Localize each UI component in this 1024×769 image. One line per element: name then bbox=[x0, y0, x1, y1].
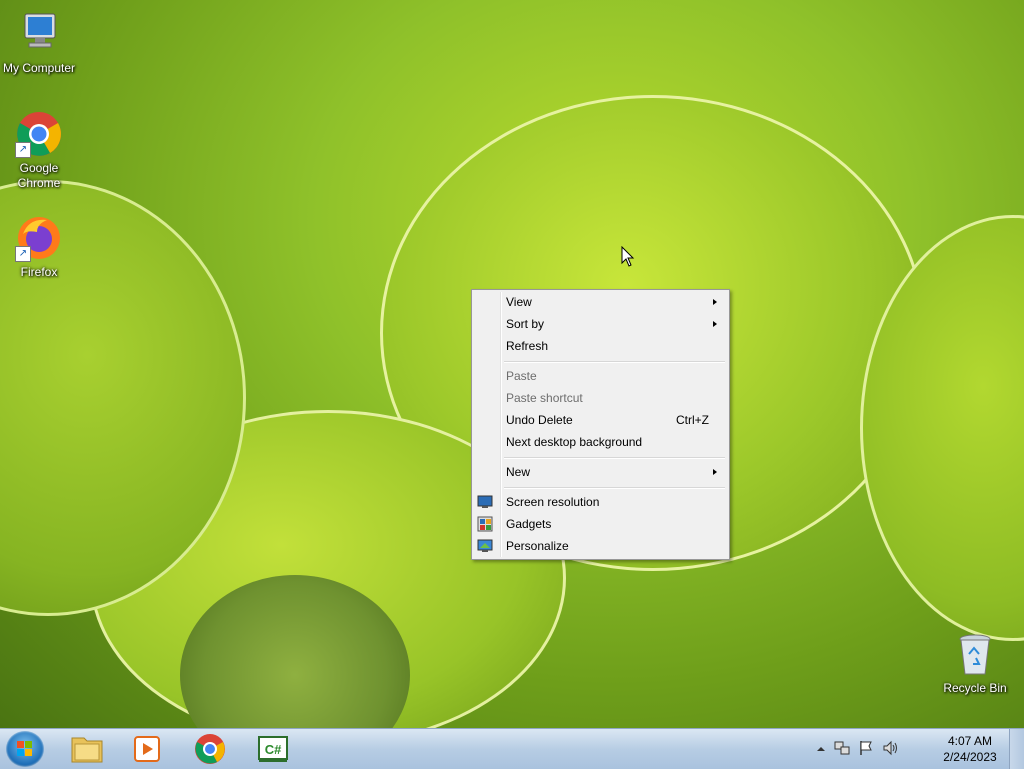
menu-item-personalize[interactable]: Personalize bbox=[474, 535, 727, 557]
personalize-icon bbox=[477, 539, 493, 552]
network-icon[interactable] bbox=[834, 740, 850, 756]
recycle-bin-icon bbox=[951, 630, 999, 678]
action-center-flag-icon[interactable] bbox=[858, 740, 874, 756]
menu-item-paste-shortcut: Paste shortcut bbox=[474, 387, 727, 409]
svg-text:C#: C# bbox=[265, 742, 282, 757]
menu-separator bbox=[504, 457, 725, 459]
menu-item-paste: Paste bbox=[474, 365, 727, 387]
desktop-icon-firefox[interactable]: ↗ Firefox bbox=[1, 214, 77, 280]
chrome-icon bbox=[195, 734, 225, 764]
menu-item-label: Paste bbox=[506, 369, 537, 383]
desktop-icon-label: My Computer bbox=[2, 61, 76, 75]
firefox-icon: ↗ bbox=[15, 214, 63, 262]
clock-date: 2/24/2023 bbox=[943, 750, 997, 764]
menu-item-screen-resolution[interactable]: Screen resolution bbox=[474, 491, 727, 513]
taskbar-chrome[interactable] bbox=[183, 732, 237, 766]
desktop-icon-label: Google Chrome bbox=[17, 161, 61, 190]
system-tray bbox=[812, 729, 912, 769]
clock-time: 4:07 AM bbox=[947, 734, 993, 748]
file-explorer-icon bbox=[71, 737, 103, 763]
menu-item-label: View bbox=[506, 295, 532, 309]
mouse-cursor-icon bbox=[621, 246, 635, 267]
desktop-icon-label: Firefox bbox=[20, 265, 58, 279]
shortcut-arrow-icon: ↗ bbox=[15, 142, 31, 158]
monitor-icon bbox=[477, 495, 493, 508]
menu-item-undo-delete[interactable]: Undo Delete Ctrl+Z bbox=[474, 409, 727, 431]
volume-icon[interactable] bbox=[882, 740, 898, 756]
menu-item-label: New bbox=[506, 465, 531, 479]
submenu-arrow-icon bbox=[713, 321, 717, 327]
menu-separator bbox=[504, 487, 725, 489]
start-button[interactable] bbox=[6, 731, 44, 767]
menu-item-refresh[interactable]: Refresh bbox=[474, 335, 727, 357]
taskbar: C# 4:07 AM 2/24/2023 bbox=[0, 728, 1024, 769]
submenu-arrow-icon bbox=[713, 469, 717, 475]
menu-item-label: Refresh bbox=[506, 339, 549, 353]
menu-item-label: Sort by bbox=[506, 317, 545, 331]
desktop-icon-google-chrome[interactable]: ↗ Google Chrome bbox=[1, 110, 77, 191]
desktop-context-menu: View Sort by Refresh Paste Paste shortcu… bbox=[471, 289, 730, 560]
menu-item-sort-by[interactable]: Sort by bbox=[474, 313, 727, 335]
desktop-icon-my-computer[interactable]: My Computer bbox=[1, 10, 77, 76]
menu-item-shortcut: Ctrl+Z bbox=[676, 413, 709, 427]
menu-item-label: Paste shortcut bbox=[506, 391, 583, 405]
taskbar-clock[interactable]: 4:07 AM 2/24/2023 bbox=[940, 733, 1000, 765]
show-desktop-button[interactable] bbox=[1009, 729, 1024, 769]
menu-item-gadgets[interactable]: Gadgets bbox=[474, 513, 727, 535]
menu-separator bbox=[504, 361, 725, 363]
taskbar-media-player[interactable] bbox=[120, 732, 174, 766]
show-hidden-icons[interactable] bbox=[816, 744, 826, 754]
computer-icon bbox=[15, 10, 63, 58]
desktop-icon-label: Recycle Bin bbox=[943, 681, 1007, 695]
menu-item-new[interactable]: New bbox=[474, 461, 727, 483]
desktop-icon-recycle-bin[interactable]: Recycle Bin bbox=[937, 630, 1013, 696]
menu-item-next-desktop-background[interactable]: Next desktop background bbox=[474, 431, 727, 453]
menu-item-label: Personalize bbox=[506, 539, 569, 553]
menu-item-label: Screen resolution bbox=[506, 495, 600, 509]
submenu-arrow-icon bbox=[713, 299, 717, 305]
menu-item-view[interactable]: View bbox=[474, 291, 727, 313]
csharp-icon: C# bbox=[258, 736, 288, 762]
gadgets-icon bbox=[477, 516, 493, 532]
menu-item-label: Undo Delete bbox=[506, 413, 573, 427]
windows-logo-icon bbox=[17, 741, 32, 756]
taskbar-csharp-editor[interactable]: C# bbox=[246, 732, 300, 766]
menu-item-label: Next desktop background bbox=[506, 435, 643, 449]
desktop[interactable]: My Computer ↗ Google Chrome ↗ Firefox Re… bbox=[0, 0, 1024, 728]
menu-item-label: Gadgets bbox=[506, 517, 552, 531]
shortcut-arrow-icon: ↗ bbox=[15, 246, 31, 262]
taskbar-file-explorer[interactable] bbox=[60, 732, 114, 766]
chrome-icon: ↗ bbox=[15, 110, 63, 158]
media-player-icon bbox=[134, 736, 160, 762]
